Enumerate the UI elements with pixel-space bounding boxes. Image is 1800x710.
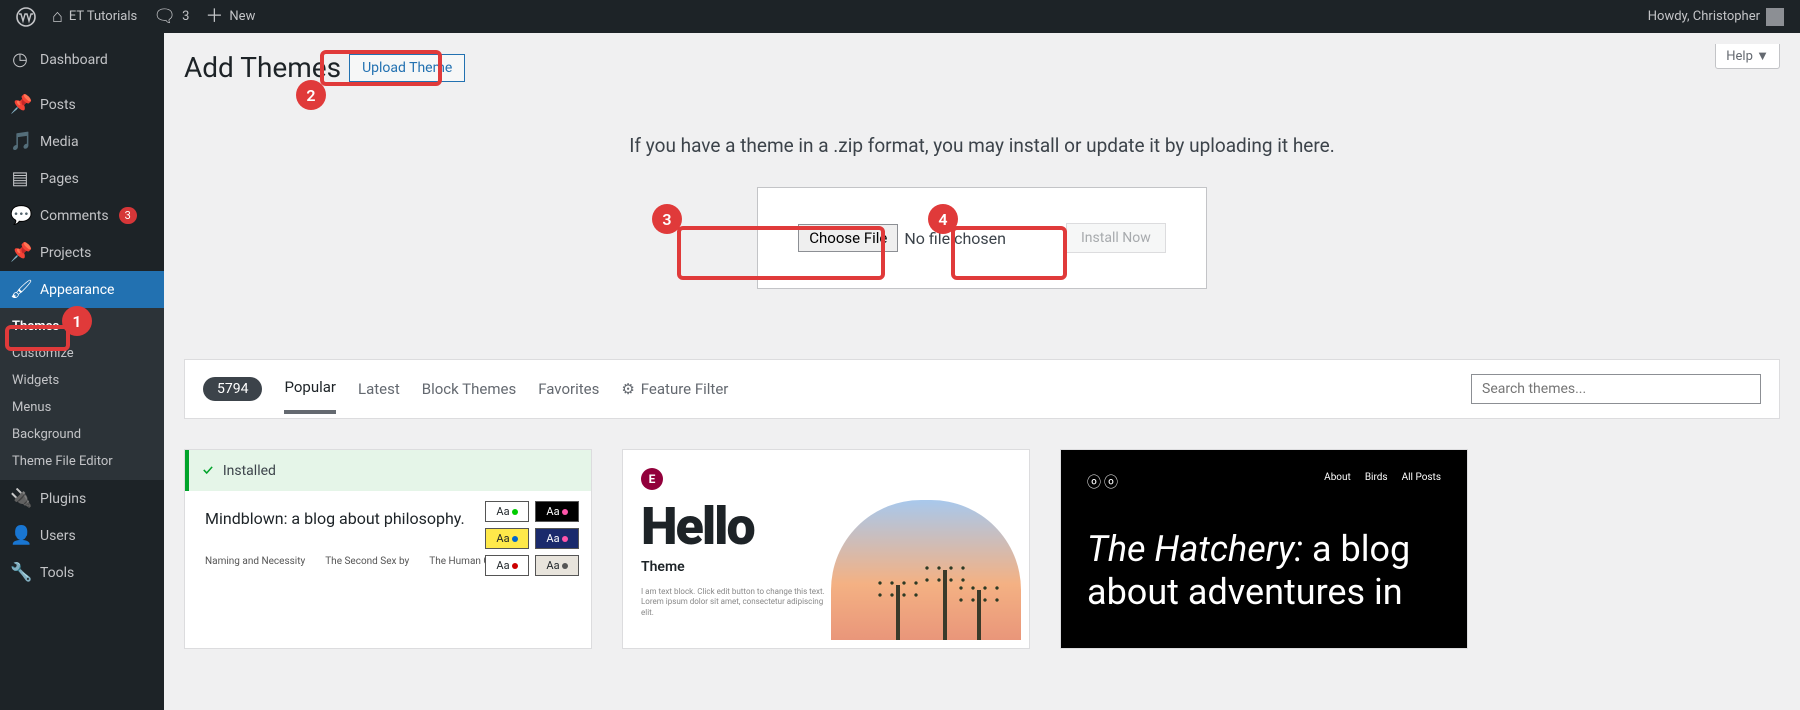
appearance-submenu: Themes Customize Widgets Menus Backgroun… [0, 308, 164, 480]
style-swatch: Aa [485, 501, 529, 522]
comments-badge: 3 [119, 207, 137, 224]
theme-card[interactable]: E Hello Theme I am text block. Click edi… [622, 449, 1030, 649]
howdy-text: Howdy, Christopher [1648, 9, 1760, 24]
plus-icon: ＋ [205, 8, 223, 26]
elementor-logo-icon: E [641, 468, 663, 490]
menu-pages[interactable]: ▤ Pages [0, 160, 164, 197]
check-icon: ✓ [203, 462, 213, 479]
upload-instruction: If you have a theme in a .zip format, yo… [184, 134, 1780, 157]
menu-comments[interactable]: 💬 Comments 3 [0, 197, 164, 234]
menu-label: Posts [40, 97, 76, 113]
pin-icon: 📌 [10, 94, 30, 115]
site-name-link[interactable]: ⌂ ET Tutorials [44, 0, 145, 33]
menu-posts[interactable]: 📌 Posts [0, 86, 164, 123]
dashboard-icon: ◷ [10, 49, 30, 70]
help-tab[interactable]: Help ▼ [1715, 44, 1780, 69]
menu-label: Plugins [40, 491, 86, 507]
comments-link[interactable]: 🗨 3 [145, 0, 197, 33]
filter-latest[interactable]: Latest [358, 380, 400, 412]
media-icon: 🎵 [10, 131, 30, 152]
plug-icon: 🔌 [10, 488, 30, 509]
choose-file-button[interactable]: Choose File [798, 224, 898, 252]
submenu-customize[interactable]: Customize [0, 340, 164, 367]
submenu-editor[interactable]: Theme File Editor [0, 448, 164, 475]
installed-label: Installed [223, 463, 276, 479]
upload-theme-button[interactable]: Upload Theme [349, 54, 465, 82]
preview-nav: About [1324, 472, 1351, 492]
themes-grid: ✓ Installed Aa Aa Aa Aa Aa Aa Mindblown:… [184, 449, 1780, 649]
style-swatch: Aa [485, 555, 529, 576]
comments-count: 3 [182, 9, 189, 24]
admin-toolbar: ⌂ ET Tutorials 🗨 3 ＋ New Howdy, Christop… [0, 0, 1800, 33]
menu-label: Tools [40, 565, 74, 581]
my-account[interactable]: Howdy, Christopher [1640, 0, 1792, 33]
style-swatch: Aa [535, 555, 579, 576]
installed-badge: ✓ Installed [185, 450, 591, 491]
menu-label: Pages [40, 171, 79, 187]
wrench-icon: 🔧 [10, 562, 30, 583]
style-swatch: Aa [535, 501, 579, 522]
preview-text: Naming and Necessity [205, 556, 305, 567]
menu-projects[interactable]: 📌 Projects [0, 234, 164, 271]
submenu-themes[interactable]: Themes [0, 313, 164, 340]
main-content: Help ▼ Add Themes Upload Theme If you ha… [164, 33, 1800, 710]
page-title: Add Themes [184, 51, 341, 84]
new-content-link[interactable]: ＋ New [197, 0, 263, 33]
page-icon: ▤ [10, 168, 30, 189]
menu-appearance[interactable]: 🖌 Appearance [0, 271, 164, 308]
menu-dashboard[interactable]: ◷ Dashboard [0, 33, 164, 86]
theme-filter-bar: 5794 Popular Latest Block Themes Favorit… [184, 359, 1780, 419]
help-label: Help [1726, 49, 1753, 64]
menu-label: Projects [40, 245, 91, 261]
feature-filter-button[interactable]: ⚙ Feature Filter [621, 380, 728, 398]
preview-logo-icon: ⓞⓞ [1087, 472, 1121, 492]
chevron-down-icon: ▼ [1756, 49, 1769, 64]
brush-icon: 🖌 [10, 279, 30, 300]
preview-nav: Birds [1365, 472, 1388, 492]
theme-preview: E Hello Theme I am text block. Click edi… [623, 450, 1029, 636]
comment-icon: 🗨 [153, 8, 176, 26]
style-swatch: Aa [485, 528, 529, 549]
site-name: ET Tutorials [69, 9, 137, 24]
theme-card[interactable]: ✓ Installed Aa Aa Aa Aa Aa Aa Mindblown:… [184, 449, 592, 649]
menu-label: Comments [40, 208, 109, 224]
preview-text: The Second Sex by [325, 556, 409, 567]
wp-logo[interactable] [8, 0, 44, 33]
theme-preview: Aa Aa Aa Aa Aa Aa Mindblown: a blog abou… [185, 491, 591, 585]
file-status: No file chosen [904, 229, 1006, 248]
preview-text: I am text block. Click edit button to ch… [641, 587, 831, 618]
theme-count: 5794 [203, 377, 262, 401]
menu-plugins[interactable]: 🔌 Plugins [0, 480, 164, 517]
home-icon: ⌂ [52, 8, 63, 26]
submenu-widgets[interactable]: Widgets [0, 367, 164, 394]
style-swatch: Aa [535, 528, 579, 549]
submenu-menus[interactable]: Menus [0, 394, 164, 421]
menu-label: Dashboard [40, 52, 108, 68]
menu-media[interactable]: 🎵 Media [0, 123, 164, 160]
pin-icon: 📌 [10, 242, 30, 263]
theme-card[interactable]: ⓞⓞ About Birds All Posts The Hatchery: a… [1060, 449, 1468, 649]
upload-panel: If you have a theme in a .zip format, yo… [184, 134, 1780, 289]
upload-form: Choose File No file chosen Install Now [757, 187, 1206, 289]
preview-nav: All Posts [1402, 472, 1441, 492]
new-label: New [229, 9, 255, 24]
menu-label: Users [40, 528, 76, 544]
menu-users[interactable]: 👤 Users [0, 517, 164, 554]
menu-tools[interactable]: 🔧 Tools [0, 554, 164, 591]
install-now-button[interactable]: Install Now [1066, 223, 1166, 253]
filter-block[interactable]: Block Themes [422, 380, 516, 412]
gear-icon: ⚙ [621, 380, 634, 398]
submenu-background[interactable]: Background [0, 421, 164, 448]
admin-sidebar: ◷ Dashboard 📌 Posts 🎵 Media ▤ Pages 💬 Co… [0, 33, 164, 710]
filter-popular[interactable]: Popular [284, 378, 336, 414]
preview-heading: The Hatchery: a blog about adventures in [1087, 528, 1441, 614]
menu-label: Media [40, 134, 79, 150]
menu-label: Appearance [40, 282, 114, 298]
comment-icon: 💬 [10, 205, 30, 226]
feature-filter-label: Feature Filter [641, 380, 729, 398]
user-icon: 👤 [10, 525, 30, 546]
avatar-icon [1766, 8, 1784, 26]
search-themes-input[interactable] [1471, 374, 1761, 404]
filter-favorites[interactable]: Favorites [538, 380, 599, 412]
